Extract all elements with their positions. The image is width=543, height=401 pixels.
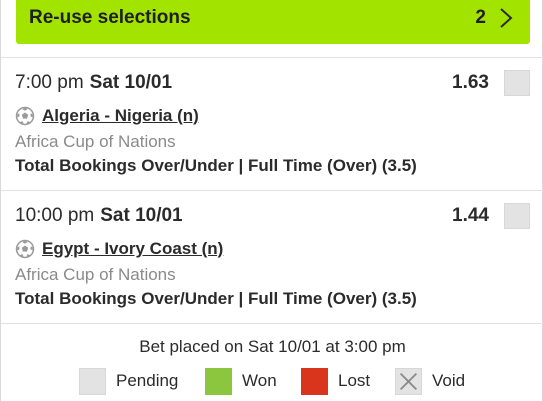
match-link[interactable]: Algeria - Nigeria (n) xyxy=(42,106,199,126)
market-description: Total Bookings Over/Under | Full Time (O… xyxy=(15,289,417,308)
competition-name: Africa Cup of Nations xyxy=(15,132,176,151)
legend-item-void: Void xyxy=(395,367,465,395)
selection-time: 10:00 pm xyxy=(15,205,95,226)
selection-odds: 1.63 xyxy=(452,72,489,93)
pending-swatch xyxy=(79,367,106,395)
legend-label: Won xyxy=(242,371,277,390)
market-description: Total Bookings Over/Under | Full Time (O… xyxy=(15,156,417,175)
x-icon xyxy=(395,367,422,395)
reuse-selections-button[interactable]: Re-use selections 2 xyxy=(16,0,530,44)
selection-date: Sat 10/01 xyxy=(89,72,173,93)
legend-item-pending: Pending xyxy=(79,367,178,395)
reuse-section: Re-use selections 2 xyxy=(1,0,543,58)
status-legend: Pending Won Lost Void xyxy=(1,367,543,397)
legend-item-lost: Lost xyxy=(301,367,370,395)
won-swatch xyxy=(205,367,232,395)
chevron-right-icon xyxy=(500,8,513,28)
selection-status-indicator xyxy=(504,70,530,96)
match-link[interactable]: Egypt - Ivory Coast (n) xyxy=(42,239,223,259)
selection-item: 10:00 pm Sat 10/01 1.44 Egypt - Ivory Co… xyxy=(1,191,543,324)
reuse-selections-label: Re-use selections xyxy=(29,7,191,28)
bet-placed-info: Bet placed on Sat 10/01 at 3:00 pm xyxy=(139,337,406,356)
legend-label: Pending xyxy=(116,371,179,390)
selection-odds: 1.44 xyxy=(452,205,489,226)
selection-status-indicator xyxy=(504,203,530,229)
selection-item: 7:00 pm Sat 10/01 1.63 Algeria - Nigeria… xyxy=(1,58,543,191)
selection-date: Sat 10/01 xyxy=(100,205,183,226)
lost-swatch xyxy=(301,367,328,395)
selection-time: 7:00 pm xyxy=(15,72,84,93)
legend-label: Void xyxy=(432,371,466,390)
legend-item-won: Won xyxy=(205,367,277,395)
football-icon xyxy=(15,106,35,126)
legend-label: Lost xyxy=(338,371,371,390)
bet-details-panel: Re-use selections 2 7:00 pm Sat 10/01 1.… xyxy=(0,0,543,401)
competition-name: Africa Cup of Nations xyxy=(15,265,176,284)
football-icon xyxy=(15,239,35,259)
reuse-selections-count: 2 xyxy=(475,7,486,28)
